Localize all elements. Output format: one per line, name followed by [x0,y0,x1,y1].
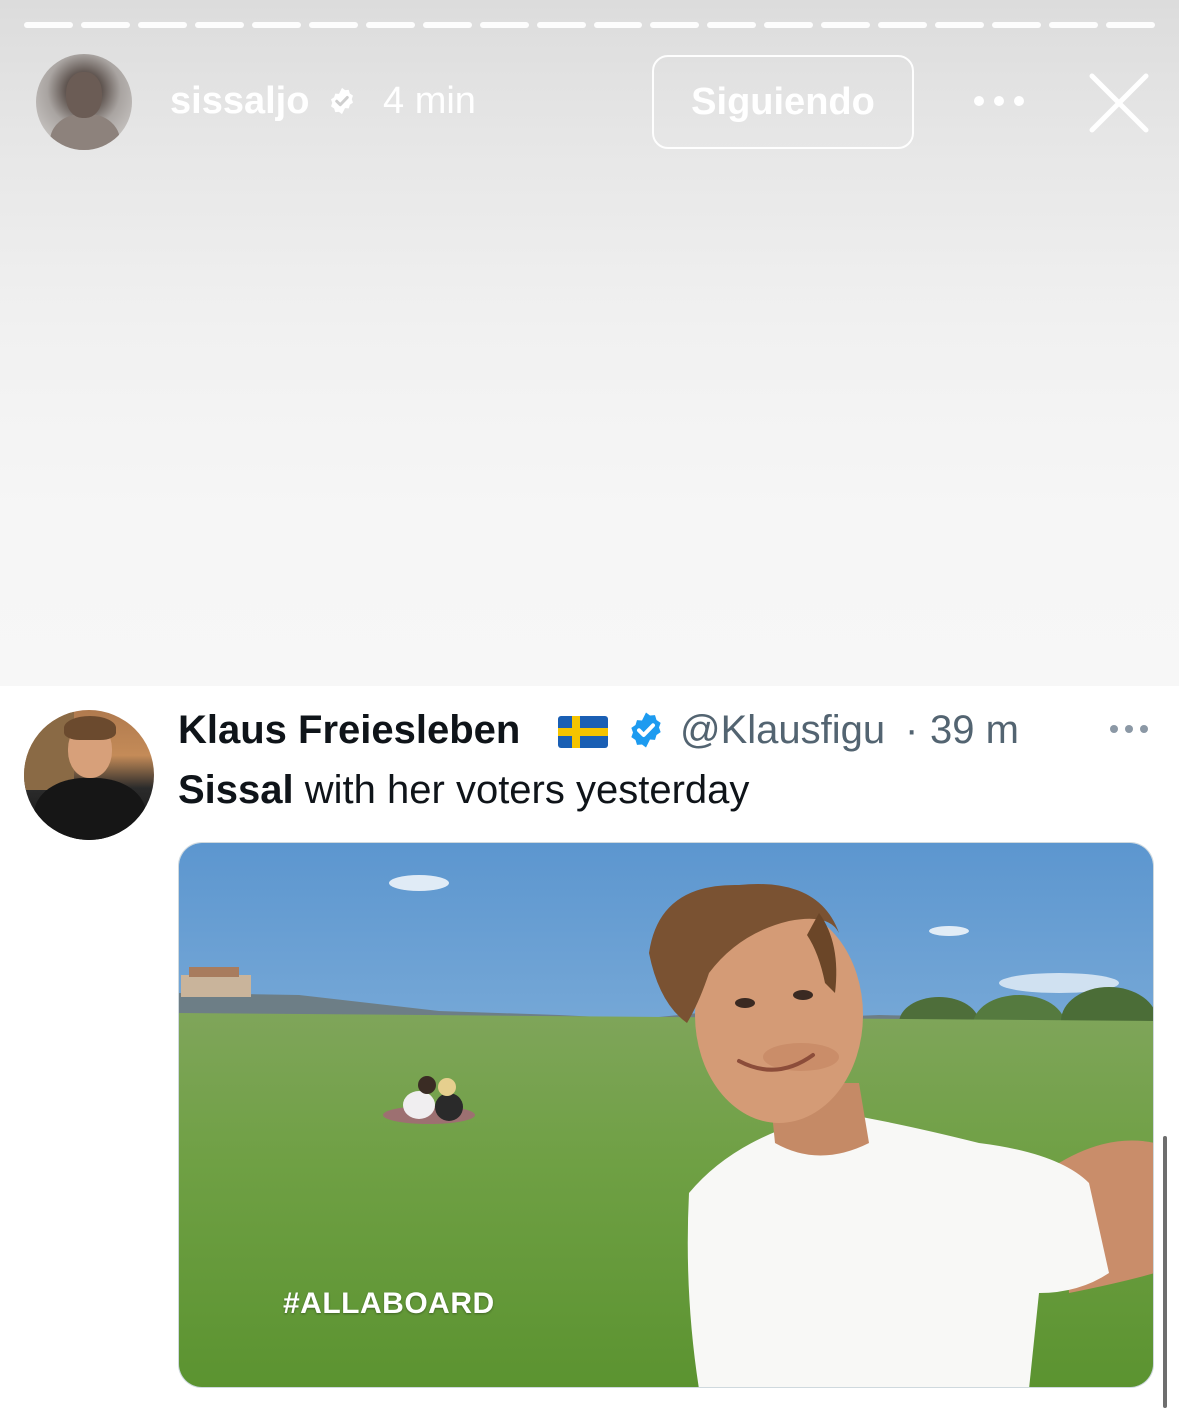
progress-segment [24,22,73,28]
more-horizontal-icon[interactable] [974,94,1024,108]
avatar-shirt [34,778,146,840]
verified-badge-icon [331,87,353,115]
progress-segment [1049,22,1099,28]
verified-badge-icon [631,712,661,748]
tweet-meta-separator: · [905,708,919,752]
progress-segment [194,22,244,28]
avatar-body [50,114,120,150]
progress-segment [593,22,643,28]
progress-segment [992,22,1042,28]
story-header: sissaljo 4 min Siguiendo [0,54,1179,150]
tweet-author-handle[interactable]: @Klausfigu [680,708,885,753]
tweet-text: Sissal with her voters yesterday [178,768,749,813]
progress-segment [707,22,757,28]
progress-segment [821,22,871,28]
tweet-text-rest: with her voters yesterday [293,768,750,812]
tweet-author-name[interactable]: Klaus Freiesleben [178,708,520,753]
progress-segment [764,22,814,28]
avatar-hair [64,716,116,740]
progress-segment [935,22,985,28]
tweet-timestamp[interactable]: 39 m [930,708,1019,753]
tweet-text-bold: Sissal [178,768,294,812]
sweden-flag-icon [558,716,608,748]
progress-segment [479,22,529,28]
tweet-media-image[interactable]: #ALLABOARD [178,842,1154,1388]
avatar-face [66,72,102,118]
shared-tweet-card[interactable]: Klaus Freiesleben @Klausfigu · 39 m Siss… [0,686,1179,1424]
scrollbar[interactable] [1163,1136,1167,1408]
close-icon[interactable] [1088,72,1150,134]
media-overlay-hashtag: #ALLABOARD [283,1287,495,1320]
progress-segment [365,22,415,28]
story-timestamp: 4 min [383,80,476,122]
progress-segment [308,22,358,28]
progress-segment [878,22,928,28]
progress-segment [422,22,472,28]
tweet-author-avatar[interactable] [24,710,154,840]
tweet-more-icon[interactable] [1110,724,1148,734]
progress-segment [251,22,301,28]
progress-segment [1106,22,1156,28]
progress-segment [650,22,700,28]
following-button[interactable]: Siguiendo [652,55,914,149]
progress-segment [137,22,187,28]
story-progress-bar [24,22,1156,28]
avatar[interactable] [36,54,132,150]
progress-segment [536,22,586,28]
progress-segment [80,22,130,28]
story-username[interactable]: sissaljo [170,80,309,123]
